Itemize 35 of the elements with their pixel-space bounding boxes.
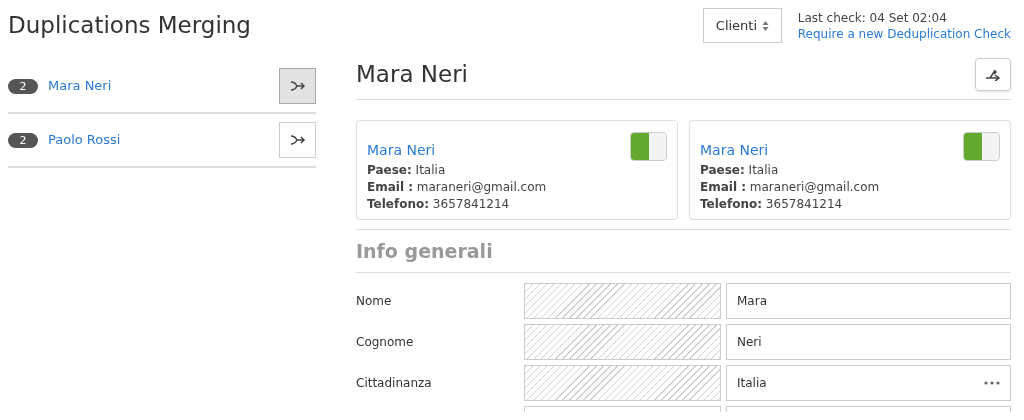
record-name-link[interactable]: Mara Neri xyxy=(367,141,436,159)
record-detail-text: Paese: Italia xyxy=(700,162,780,179)
recheck-link[interactable]: Require a new Deduplication Check xyxy=(797,27,1011,41)
more-icon[interactable] xyxy=(984,381,1000,385)
record-detail-text: Email : maraneri@gmail.com xyxy=(367,179,548,196)
value-field[interactable]: Italia xyxy=(726,365,1011,401)
sort-caret-icon xyxy=(761,19,769,32)
record-detail-text: Telefono: 3657841214 xyxy=(367,196,511,213)
record-detail-text: Paese: Italia xyxy=(367,162,447,179)
entity-select[interactable]: Clienti xyxy=(702,8,782,43)
page-title: Duplications Merging xyxy=(8,11,252,40)
merge-arrow-icon xyxy=(289,80,306,92)
field-label: Nome xyxy=(356,293,393,310)
value-field[interactable]: Neri xyxy=(726,324,1011,360)
count-badge: 2 xyxy=(8,78,38,94)
record-title: Mara Neri xyxy=(356,63,468,86)
field-label: Cittadinanza xyxy=(356,375,433,392)
field-label: Cognome xyxy=(356,334,415,351)
merge-button[interactable] xyxy=(279,68,316,104)
empty-field[interactable] xyxy=(726,406,1011,412)
merge-arrow-icon xyxy=(289,134,306,146)
count-badge: 2 xyxy=(8,132,38,148)
duplicate-link[interactable]: Mara Neri xyxy=(48,76,279,96)
last-check-text: Last check: 04 Set 02:04 xyxy=(797,10,948,26)
merge-button[interactable] xyxy=(279,122,316,158)
toggle-switch[interactable] xyxy=(630,132,667,161)
section-title: Info generali xyxy=(356,230,1011,273)
toggle-switch[interactable] xyxy=(963,132,1000,161)
merge-button[interactable] xyxy=(975,58,1011,91)
record-name-link[interactable]: Mara Neri xyxy=(700,141,769,159)
duplicate-link[interactable]: Paolo Rossi xyxy=(48,130,279,150)
merge-arrow-icon xyxy=(985,68,1001,81)
record-detail-text: Email : maraneri@gmail.com xyxy=(700,179,881,196)
value-field[interactable]: Mara xyxy=(726,283,1011,319)
record-detail-text: Telefono: 3657841214 xyxy=(700,196,844,213)
